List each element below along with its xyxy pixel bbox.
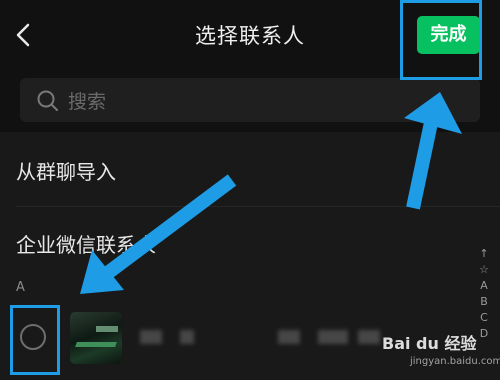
watermark-logo: Bai du 经验 — [382, 334, 477, 353]
arrow-annotation — [80, 92, 462, 294]
watermark-site: jingyan.baidu.com — [410, 356, 500, 367]
